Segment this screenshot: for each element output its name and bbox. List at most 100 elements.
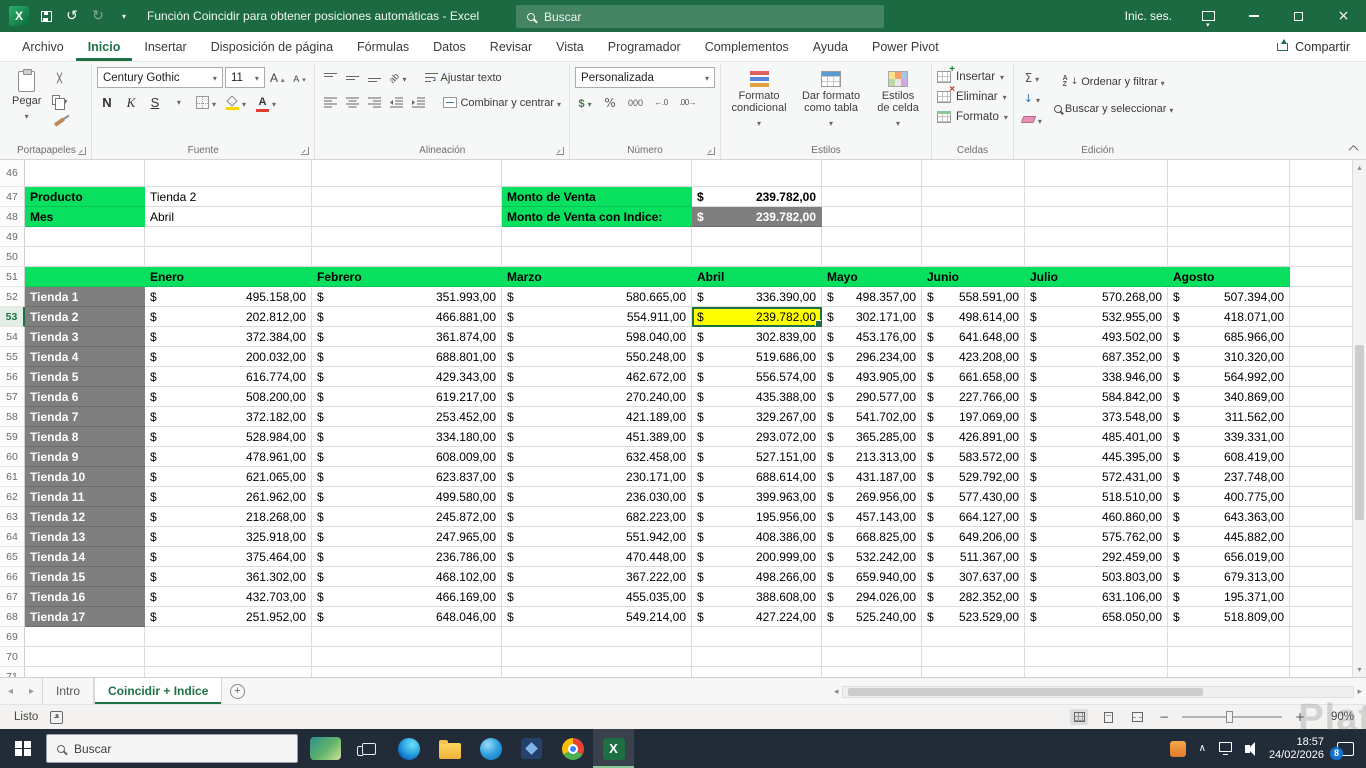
grid-cell[interactable] bbox=[692, 160, 822, 187]
grid-filler[interactable] bbox=[1290, 207, 1352, 227]
sign-in-button[interactable]: Inic. ses. bbox=[1111, 9, 1186, 23]
tray-expand-button[interactable]: ∧ bbox=[1199, 743, 1206, 754]
grid-filler[interactable] bbox=[1290, 487, 1352, 507]
amount-cell[interactable]: $554.911,00 bbox=[502, 307, 692, 327]
store-name-cell[interactable]: Tienda 9 bbox=[25, 447, 145, 467]
amount-cell[interactable]: $608.419,00 bbox=[1168, 447, 1290, 467]
amount-cell[interactable]: $511.367,00 bbox=[922, 547, 1025, 567]
amount-cell[interactable]: $580.665,00 bbox=[502, 287, 692, 307]
summary-sales-label[interactable]: Monto de Venta bbox=[502, 187, 692, 207]
format-painter-button[interactable] bbox=[49, 111, 70, 132]
font-size-select[interactable]: 11 bbox=[224, 67, 265, 88]
format-as-table-button[interactable]: Dar formato como tabla bbox=[796, 67, 866, 132]
conditional-formatting-button[interactable]: Formato condicional bbox=[726, 67, 792, 132]
amount-cell[interactable]: $251.952,00 bbox=[145, 607, 312, 627]
decrease-indent-button[interactable] bbox=[386, 92, 406, 113]
amount-cell[interactable]: $296.234,00 bbox=[822, 347, 922, 367]
amount-cell[interactable]: $550.248,00 bbox=[502, 347, 692, 367]
amount-cell[interactable]: $367.222,00 bbox=[502, 567, 692, 587]
taskbar-search-input[interactable]: Buscar bbox=[46, 734, 298, 763]
amount-cell[interactable]: $527.151,00 bbox=[692, 447, 822, 467]
amount-cell[interactable]: $556.574,00 bbox=[692, 367, 822, 387]
taskbar-edge-button[interactable] bbox=[388, 729, 429, 768]
grid-cell[interactable] bbox=[312, 247, 502, 267]
grid-filler[interactable] bbox=[1290, 267, 1352, 287]
titlebar-search-input[interactable]: Buscar bbox=[516, 5, 884, 28]
amount-cell[interactable]: $427.224,00 bbox=[692, 607, 822, 627]
amount-cell[interactable]: $541.702,00 bbox=[822, 407, 922, 427]
row-number[interactable]: 50 bbox=[0, 247, 25, 267]
amount-cell[interactable]: $340.869,00 bbox=[1168, 387, 1290, 407]
save-button[interactable] bbox=[33, 0, 59, 32]
amount-cell[interactable]: $195.371,00 bbox=[1168, 587, 1290, 607]
borders-button[interactable] bbox=[193, 92, 219, 113]
row-number[interactable]: 47 bbox=[0, 187, 25, 207]
minimize-button[interactable] bbox=[1231, 0, 1276, 32]
grid-cell[interactable] bbox=[145, 247, 312, 267]
row-number[interactable]: 57 bbox=[0, 387, 25, 407]
amount-cell[interactable]: $451.389,00 bbox=[502, 427, 692, 447]
grid-cell[interactable] bbox=[502, 160, 692, 187]
amount-cell[interactable]: $623.837,00 bbox=[312, 467, 502, 487]
page-layout-view-button[interactable] bbox=[1099, 709, 1117, 725]
grid-cell[interactable] bbox=[822, 207, 922, 227]
tab-insertar[interactable]: Insertar bbox=[132, 32, 198, 61]
grid-cell[interactable] bbox=[502, 627, 692, 647]
close-button[interactable]: × bbox=[1321, 0, 1366, 32]
row-number[interactable]: 69 bbox=[0, 627, 25, 647]
amount-cell[interactable]: $230.171,00 bbox=[502, 467, 692, 487]
amount-cell[interactable]: $435.388,00 bbox=[692, 387, 822, 407]
row-number[interactable]: 48 bbox=[0, 207, 25, 227]
amount-cell[interactable]: $307.637,00 bbox=[922, 567, 1025, 587]
amount-cell[interactable]: $503.803,00 bbox=[1025, 567, 1168, 587]
amount-cell[interactable]: $338.946,00 bbox=[1025, 367, 1168, 387]
amount-cell[interactable]: $253.452,00 bbox=[312, 407, 502, 427]
amount-cell[interactable]: $429.343,00 bbox=[312, 367, 502, 387]
amount-cell[interactable]: $339.331,00 bbox=[1168, 427, 1290, 447]
zoom-out-button[interactable]: − bbox=[1157, 710, 1171, 724]
grid-filler[interactable] bbox=[1290, 607, 1352, 627]
taskbar-app-dark-button[interactable] bbox=[511, 729, 552, 768]
decrease-decimal-button[interactable]: .00→ bbox=[676, 92, 699, 113]
store-name-cell[interactable]: Tienda 8 bbox=[25, 427, 145, 447]
amount-cell[interactable]: $213.313,00 bbox=[822, 447, 922, 467]
zoom-slider-thumb[interactable] bbox=[1226, 711, 1233, 723]
row-number[interactable]: 68 bbox=[0, 607, 25, 627]
amount-cell[interactable]: $485.401,00 bbox=[1025, 427, 1168, 447]
italic-button[interactable]: K bbox=[121, 92, 141, 113]
amount-cell[interactable]: $334.180,00 bbox=[312, 427, 502, 447]
sheet-nav-right-button[interactable]: ▸ bbox=[21, 678, 42, 704]
amount-cell[interactable]: $361.874,00 bbox=[312, 327, 502, 347]
number-format-select[interactable]: Personalizada bbox=[575, 67, 716, 88]
row-number[interactable]: 60 bbox=[0, 447, 25, 467]
amount-cell[interactable]: $336.390,00 bbox=[692, 287, 822, 307]
grid-cell[interactable] bbox=[822, 160, 922, 187]
percent-style-button[interactable]: % bbox=[600, 92, 620, 113]
amount-cell[interactable]: $661.658,00 bbox=[922, 367, 1025, 387]
align-center-button[interactable] bbox=[342, 92, 362, 113]
grid-cell[interactable] bbox=[145, 647, 312, 667]
store-name-cell[interactable]: Tienda 12 bbox=[25, 507, 145, 527]
amount-cell[interactable]: $656.019,00 bbox=[1168, 547, 1290, 567]
amount-cell[interactable]: $643.363,00 bbox=[1168, 507, 1290, 527]
summary-index-label[interactable]: Monto de Venta con Indice: bbox=[502, 207, 692, 227]
grid-filler[interactable] bbox=[1290, 387, 1352, 407]
amount-cell[interactable]: $466.169,00 bbox=[312, 587, 502, 607]
amount-cell[interactable]: $418.071,00 bbox=[1168, 307, 1290, 327]
amount-cell[interactable]: $519.686,00 bbox=[692, 347, 822, 367]
row-number[interactable]: 65 bbox=[0, 547, 25, 567]
grid-cell[interactable] bbox=[1025, 207, 1168, 227]
tab-ayuda[interactable]: Ayuda bbox=[801, 32, 860, 61]
grid-filler[interactable] bbox=[1290, 547, 1352, 567]
notification-center-button[interactable]: 8 bbox=[1330, 741, 1354, 760]
grid-cell[interactable] bbox=[312, 207, 502, 227]
amount-cell[interactable]: $495.158,00 bbox=[145, 287, 312, 307]
row-number[interactable]: 51 bbox=[0, 267, 25, 287]
amount-cell[interactable]: $290.577,00 bbox=[822, 387, 922, 407]
page-break-view-button[interactable] bbox=[1128, 709, 1146, 725]
grid-cell[interactable] bbox=[1168, 207, 1290, 227]
bold-button[interactable]: N bbox=[97, 92, 117, 113]
grid-cell[interactable] bbox=[692, 667, 822, 677]
store-name-cell[interactable]: Tienda 11 bbox=[25, 487, 145, 507]
insert-cells-button[interactable]: Insertar bbox=[937, 64, 1008, 87]
